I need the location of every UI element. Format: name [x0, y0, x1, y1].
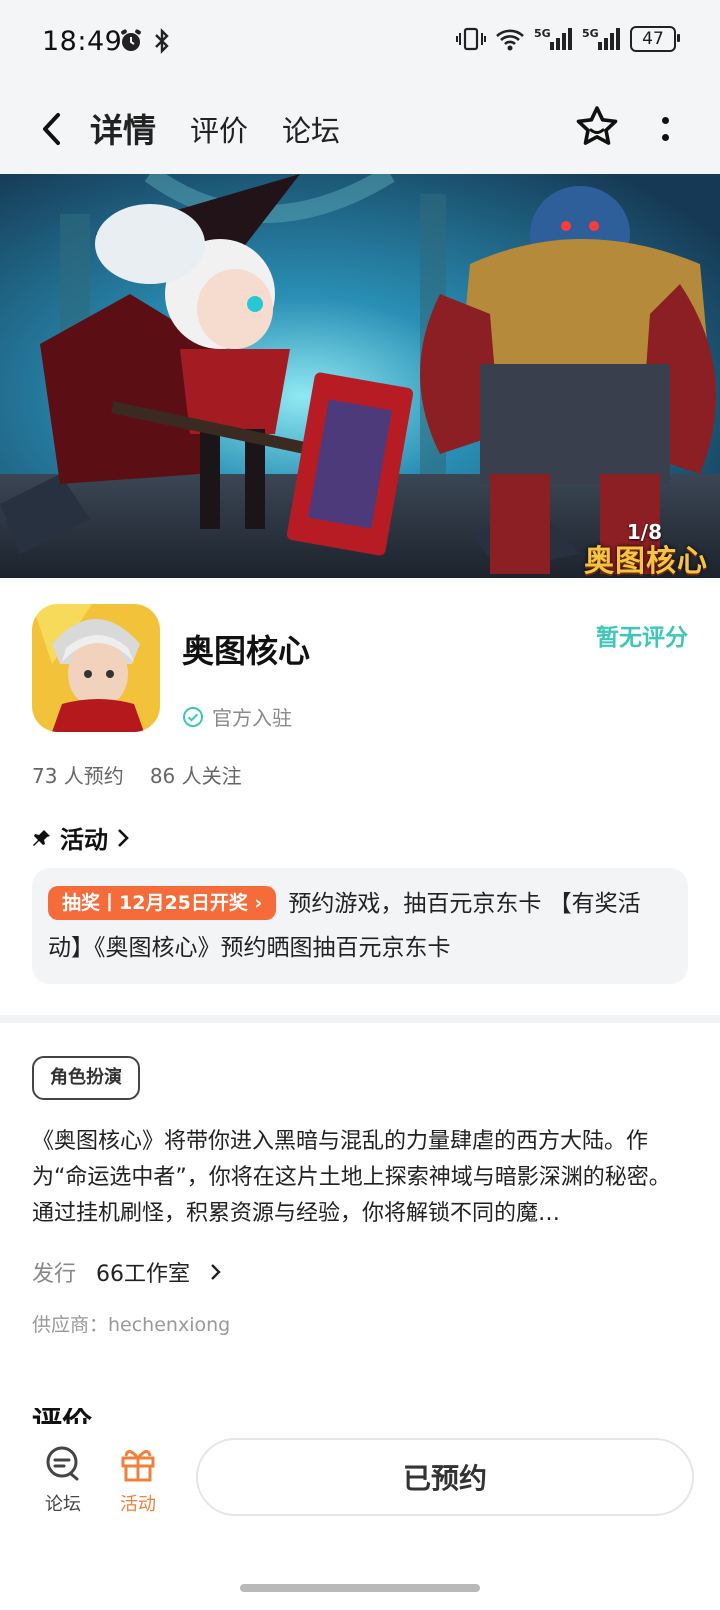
app-icon [32, 604, 160, 732]
bottom-action-bar: 论坛 活动 已预约 [0, 1424, 720, 1610]
tab-forum[interactable]: 论坛 [282, 108, 340, 150]
status-time: 18:49 [42, 26, 123, 57]
lottery-badge[interactable]: 抽奖丨12月25日开奖 › [48, 886, 277, 920]
publisher-label: 发行 [32, 1262, 77, 1287]
tab-review[interactable]: 评价 [190, 108, 248, 150]
reserved-button[interactable]: 已预约 [196, 1438, 694, 1516]
game-stats: 73 人预约 86 人关注 [32, 760, 242, 789]
alarm-icon [121, 29, 141, 51]
banner-carousel[interactable]: 1/8 奥图核心 [0, 174, 720, 578]
vibrate-icon [456, 27, 486, 51]
tab-forum-label: 论坛 [282, 114, 341, 148]
genre-tag[interactable]: 角色扮演 [32, 1056, 140, 1100]
tab-review-label: 评价 [190, 114, 249, 148]
lottery-badge-label: 抽奖丨12月25日开奖 [62, 892, 248, 914]
chevron-right-icon [211, 1264, 221, 1280]
forum-nav-label: 论坛 [45, 1494, 81, 1515]
verified-badge: 官方入驻 [182, 702, 292, 731]
status-bar: 18:49 5G 5G 47 [0, 0, 720, 90]
reservation-count: 73 人预约 [32, 764, 124, 788]
tab-detail[interactable]: 详情 [87, 104, 159, 152]
activity-heading: 活动 [60, 826, 108, 854]
signal-5g-icon: 5G [534, 27, 572, 50]
activity-section-header[interactable]: 活动 [32, 820, 130, 855]
dot [661, 134, 669, 141]
section-divider [0, 1015, 720, 1023]
publisher-name: 66工作室 [96, 1262, 191, 1287]
battery-indicator: 47 [630, 26, 680, 52]
supplier-info: 供应商：hechenxiong [32, 1314, 231, 1336]
signal-5g-icon: 5G [582, 27, 620, 50]
activity-nav-label: 活动 [120, 1494, 156, 1515]
chevron-left-icon [43, 113, 60, 145]
back-button[interactable] [30, 104, 74, 154]
star-icon [576, 106, 618, 145]
bluetooth-icon [155, 28, 169, 54]
more-options-button[interactable] [650, 104, 680, 154]
game-logo: 奥图核心 [584, 544, 708, 578]
activity-card[interactable]: 抽奖丨12月25日开奖 › 预约游戏，抽百元京东卡 【有奖活动】《奥图核心》预约晒… [32, 868, 688, 984]
rating-status: 暂无评分 [596, 625, 688, 651]
tab-detail-label: 详情 [90, 111, 156, 150]
banner-artwork [0, 174, 720, 578]
svg-text:5G: 5G [582, 27, 599, 40]
publisher-row[interactable]: 发行 66工作室 [32, 1256, 222, 1288]
app-icon-artwork [32, 604, 160, 732]
wifi-icon [496, 29, 524, 51]
svg-text:5G: 5G [534, 27, 551, 40]
dot [661, 117, 669, 124]
chat-bubble-icon [46, 1446, 79, 1481]
activity-nav-button[interactable]: 活动 [108, 1444, 168, 1516]
favorite-button[interactable] [572, 102, 622, 152]
chevron-right-icon [118, 828, 129, 847]
home-indicator[interactable] [240, 1584, 480, 1592]
check-circle-icon [183, 706, 203, 727]
game-title: 奥图核心 [182, 632, 311, 670]
game-description[interactable]: 《奥图核心》将带你进入黑暗与混乱的力量肆虐的西方大陆。作为“命运选中者”，你将在… [32, 1124, 692, 1232]
pin-icon [33, 829, 50, 846]
forum-nav-button[interactable]: 论坛 [33, 1444, 93, 1516]
top-nav: 详情 评价 论坛 [0, 90, 720, 174]
gift-icon [121, 1450, 155, 1482]
follower-count: 86 人关注 [149, 764, 242, 788]
verified-label: 官方入驻 [212, 706, 292, 730]
battery-level: 47 [642, 29, 664, 49]
